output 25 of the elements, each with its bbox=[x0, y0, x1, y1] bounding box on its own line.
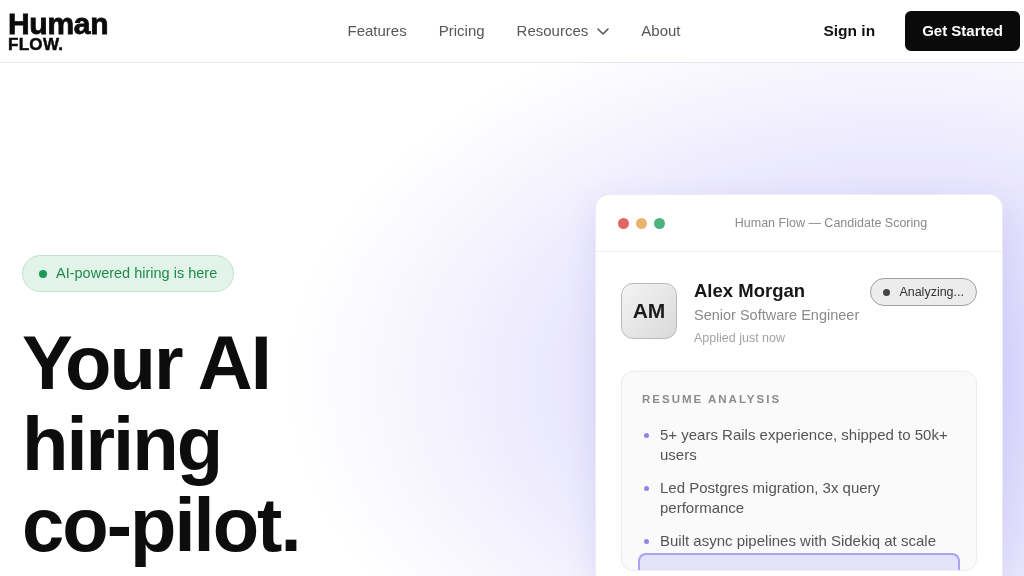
nav-link[interactable]: Resources bbox=[516, 19, 610, 43]
sign-in-link[interactable]: Sign in bbox=[823, 19, 876, 43]
announcement-text: AI-powered hiring is here bbox=[56, 263, 218, 283]
analysis-item: Led Postgres migration, 3x query performance bbox=[660, 478, 882, 518]
chevron-down-icon bbox=[597, 27, 610, 35]
nav-link[interactable]: Features bbox=[347, 19, 407, 43]
hero-headline: Your AI hiring co-pilot. bbox=[22, 322, 301, 565]
candidate-role: Senior Software Engineer bbox=[694, 306, 861, 325]
window-title: Human Flow — Candidate Scoring bbox=[733, 214, 929, 232]
analysis-item: Built async pipelines with Sidekiq at scale bbox=[660, 531, 936, 551]
candidate-name: Alex Morgan bbox=[694, 280, 807, 302]
applied-time: Applied just now bbox=[694, 330, 787, 347]
status-dot-icon bbox=[39, 269, 47, 278]
bullet-icon bbox=[644, 486, 649, 491]
nav-link[interactable]: Pricing bbox=[438, 19, 485, 43]
analysis-item: 5+ years Rails experience, shipped to 50k+ users bbox=[660, 425, 949, 465]
get-started-button[interactable]: Get Started bbox=[905, 11, 1020, 51]
avatar-initials: AM bbox=[621, 283, 677, 339]
logo-link[interactable]: Human FLOW. bbox=[8, 10, 109, 52]
status-text: Analyzing... bbox=[899, 283, 964, 301]
bullet-icon bbox=[644, 433, 649, 438]
status-dot-icon bbox=[883, 288, 891, 296]
nav-link[interactable]: About bbox=[641, 19, 681, 43]
bullet-icon bbox=[644, 539, 649, 544]
section-heading: RESUME ANALYSIS bbox=[642, 392, 783, 407]
